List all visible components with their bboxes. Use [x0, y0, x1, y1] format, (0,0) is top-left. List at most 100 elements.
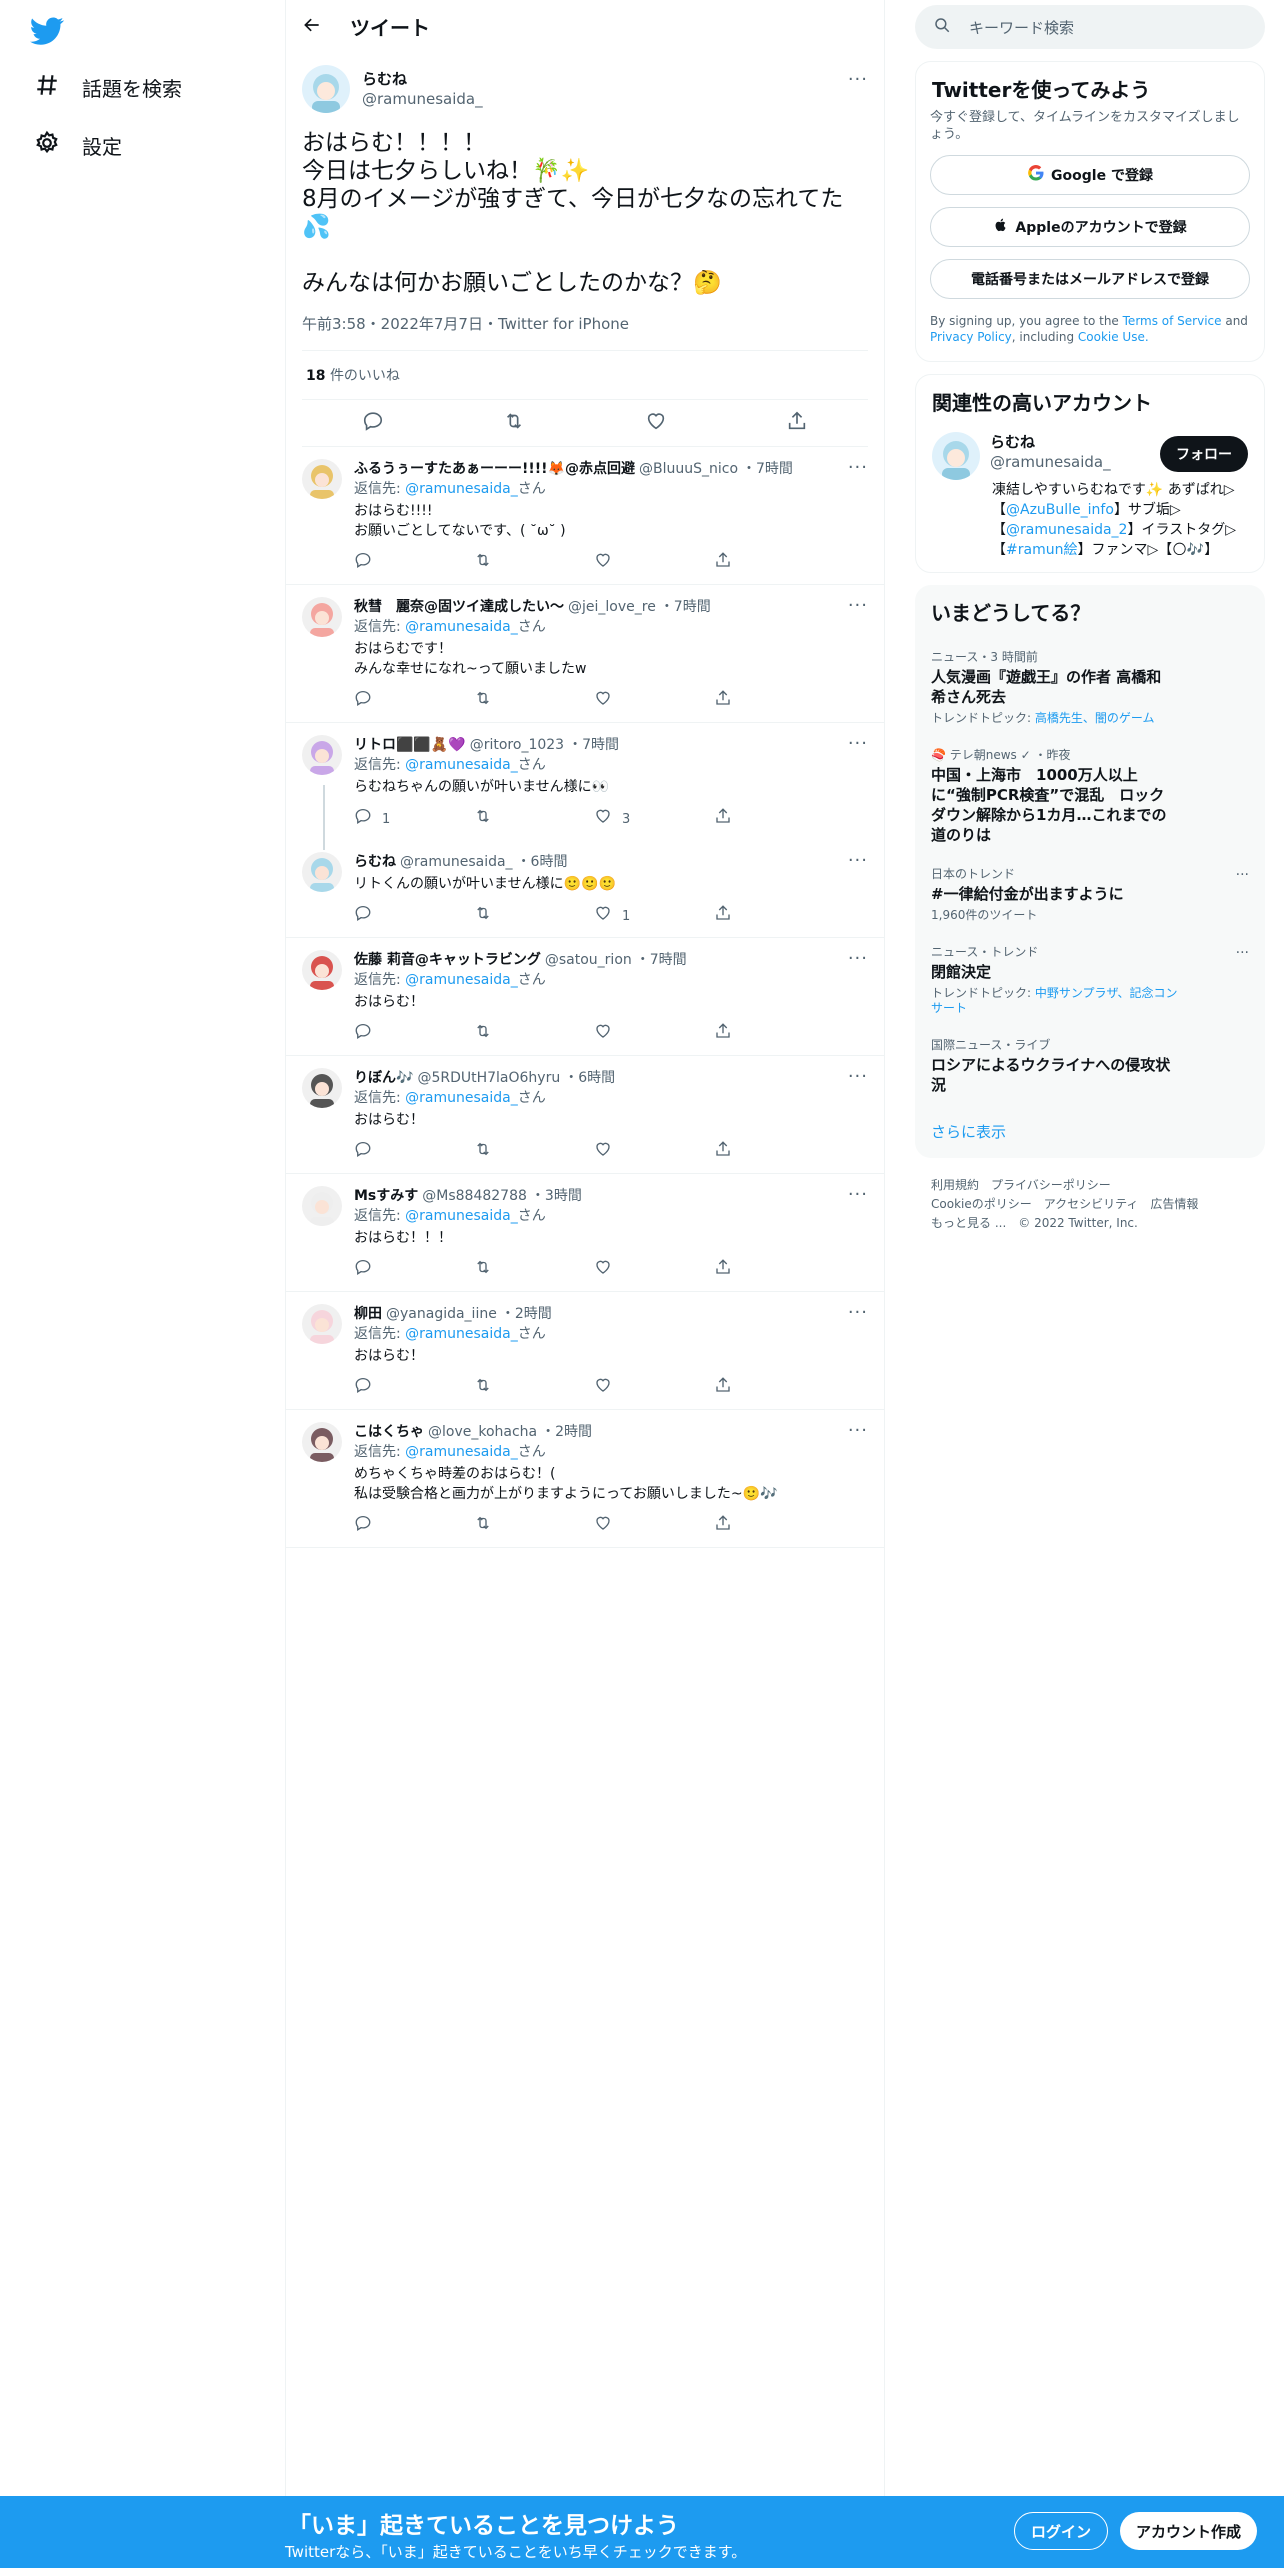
login-button[interactable]: ログイン: [1014, 2512, 1109, 2550]
reply-tweet[interactable]: こはくちゃ @love_kohacha ・2時間 返信先: @ramunesaida_…: [286, 1410, 884, 1548]
more-options-icon[interactable]: ···: [848, 1302, 868, 1323]
twitter-logo-icon[interactable]: [30, 14, 64, 48]
retweet-button[interactable]: [474, 1514, 534, 1539]
reply-to-link[interactable]: @ramunesaida_: [405, 619, 518, 635]
reply-author-handle[interactable]: @love_kohacha: [428, 1422, 537, 1442]
reply-author-handle[interactable]: @ramunesaida_: [400, 852, 513, 872]
reply-time[interactable]: ・7時間: [660, 597, 711, 617]
more-options-icon[interactable]: ···: [848, 1184, 868, 1205]
reply-tweet[interactable]: りぼん🎶 @5RDUtH7laO6hyru ・6時間 返信先: @ramunesaid…: [286, 1056, 884, 1174]
reply-author-name[interactable]: 柳田: [354, 1304, 382, 1324]
more-options-icon[interactable]: ···: [848, 850, 868, 871]
retweet-button[interactable]: [474, 551, 534, 576]
reply-to-link[interactable]: @ramunesaida_: [405, 757, 518, 773]
reply-button[interactable]: [354, 551, 414, 576]
more-options-icon[interactable]: ···: [848, 1420, 868, 1441]
reply-to-link[interactable]: @ramunesaida_: [405, 1208, 518, 1224]
reply-button[interactable]: [354, 1022, 414, 1047]
follow-button[interactable]: フォロー: [1160, 436, 1248, 472]
reply-to-link[interactable]: @ramunesaida_: [405, 1090, 518, 1106]
reply-time[interactable]: ・7時間: [568, 735, 619, 755]
more-options-icon[interactable]: ···: [848, 733, 868, 754]
reply-button[interactable]: [354, 1258, 414, 1283]
footer-line[interactable]: Cookieのポリシー アクセシビリティ 広告情報: [931, 1195, 1249, 1214]
reply-author-name[interactable]: らむね: [354, 852, 396, 872]
reply-time[interactable]: ・2時間: [501, 1304, 552, 1324]
reply-author-handle[interactable]: @BluuuS_nico: [639, 459, 738, 479]
reply-tweet[interactable]: Msすみす @Ms88482788 ・3時間 返信先: @ramunesaida_さん…: [286, 1174, 884, 1292]
retweet-icon[interactable]: [503, 410, 525, 436]
reply-tweet[interactable]: ふるうぅーすたあぁーーー!!!!🦊@赤点回避 @BluuuS_nico ・7時間 返信…: [286, 447, 884, 585]
retweet-button[interactable]: [474, 1376, 534, 1401]
search-box[interactable]: キーワード検索: [915, 5, 1265, 49]
trend-item[interactable]: 国際ニュース・ライブ ロシアによるウクライナへの侵攻状況: [915, 1026, 1265, 1105]
back-arrow-icon[interactable]: [302, 15, 322, 39]
reply-author-name[interactable]: リトロ⬛⬛🧸💜: [354, 735, 466, 755]
author-name[interactable]: らむね: [362, 69, 483, 89]
reply-to-link[interactable]: @ramunesaida_: [405, 1326, 518, 1342]
like-button[interactable]: [594, 551, 654, 576]
reply-time[interactable]: ・3時間: [531, 1186, 582, 1206]
reply-button[interactable]: [354, 904, 414, 929]
bio-link[interactable]: #ramun絵: [1006, 542, 1077, 558]
reply-author-handle[interactable]: @Ms88482788: [422, 1186, 527, 1206]
avatar[interactable]: [302, 459, 342, 499]
more-options-icon[interactable]: ···: [848, 1066, 868, 1087]
reply-button[interactable]: [354, 1376, 414, 1401]
retweet-button[interactable]: [474, 1258, 534, 1283]
trend-topic-link[interactable]: 高橋先生、闇のゲーム: [1035, 711, 1155, 725]
reply-author-name[interactable]: 秋彗 麗奈@固ツイ達成したい〜: [354, 597, 564, 617]
more-options-icon[interactable]: ···: [848, 948, 868, 969]
search-input[interactable]: キーワード検索: [969, 17, 1074, 38]
like-button[interactable]: [594, 1022, 654, 1047]
avatar[interactable]: [302, 852, 342, 892]
retweet-button[interactable]: [474, 689, 534, 714]
trend-item[interactable]: 日本のトレンド #一律給付金が出ますように 1,960件のツイート ···: [915, 855, 1265, 933]
trend-item[interactable]: ニュース・3 時間前 人気漫画『遊戯王』の作者 高橋和希さん死去 トレンドトピック:…: [915, 638, 1265, 736]
avatar[interactable]: [302, 1068, 342, 1108]
share-button[interactable]: [714, 904, 774, 929]
apple-signup-button[interactable]: Appleのアカウントで登録: [930, 207, 1250, 247]
phone-email-signup-button[interactable]: 電話番号またはメールアドレスで登録: [930, 259, 1250, 299]
avatar[interactable]: [302, 597, 342, 637]
reply-author-name[interactable]: りぼん🎶: [354, 1068, 413, 1088]
footer-line[interactable]: 利用規約 プライバシーポリシー: [931, 1176, 1249, 1195]
related-handle[interactable]: @ramunesaida_: [990, 452, 1111, 472]
show-more-link[interactable]: さらに表示: [915, 1105, 1265, 1158]
retweet-button[interactable]: [474, 807, 534, 832]
privacy-link[interactable]: Privacy Policy: [930, 330, 1012, 344]
like-button[interactable]: [594, 689, 654, 714]
reply-author-handle[interactable]: @satou_rion: [545, 950, 632, 970]
reply-to-link[interactable]: @ramunesaida_: [405, 1444, 518, 1460]
more-options-icon[interactable]: ···: [1236, 945, 1249, 961]
trend-item[interactable]: ニュース・トレンド 閉館決定 トレンドトピック: 中野サンプラザ、記念コンサート ··…: [915, 933, 1265, 1026]
share-button[interactable]: [714, 1376, 774, 1401]
avatar[interactable]: [302, 1304, 342, 1344]
like-button[interactable]: [594, 1140, 654, 1165]
reply-author-name[interactable]: Msすみす: [354, 1186, 418, 1206]
create-account-button[interactable]: アカウント作成: [1120, 2512, 1258, 2550]
reply-tweet[interactable]: 佐藤 莉音@キャットラビング @satou_rion ・7時間 返信先: @ramun…: [286, 938, 884, 1056]
more-options-icon[interactable]: ···: [848, 457, 868, 478]
retweet-button[interactable]: [474, 1022, 534, 1047]
more-options-icon[interactable]: ···: [848, 595, 868, 616]
avatar[interactable]: [302, 735, 342, 775]
reply-to-link[interactable]: @ramunesaida_: [405, 972, 518, 988]
share-icon[interactable]: [786, 410, 808, 436]
reply-author-name[interactable]: こはくちゃ: [354, 1422, 424, 1442]
reply-to-link[interactable]: @ramunesaida_: [405, 481, 518, 497]
terms-link[interactable]: Terms of Service: [1123, 314, 1222, 328]
reply-button[interactable]: [354, 689, 414, 714]
tweet-timestamp[interactable]: 午前3:58・2022年7月7日・Twitter for iPhone: [302, 313, 868, 351]
author-handle[interactable]: @ramunesaida_: [362, 89, 483, 109]
related-name[interactable]: らむね: [990, 432, 1111, 452]
reply-time[interactable]: ・6時間: [564, 1068, 615, 1088]
likes-count[interactable]: 18 件のいいね: [302, 351, 868, 400]
like-button[interactable]: 3: [594, 807, 654, 832]
google-signup-button[interactable]: Google で登録: [930, 155, 1250, 195]
retweet-button[interactable]: [474, 1140, 534, 1165]
footer-line[interactable]: もっと見る ... © 2022 Twitter, Inc.: [931, 1214, 1249, 1233]
reply-author-handle[interactable]: @yanagida_iine: [386, 1304, 497, 1324]
share-button[interactable]: [714, 807, 774, 832]
share-button[interactable]: [714, 1514, 774, 1539]
